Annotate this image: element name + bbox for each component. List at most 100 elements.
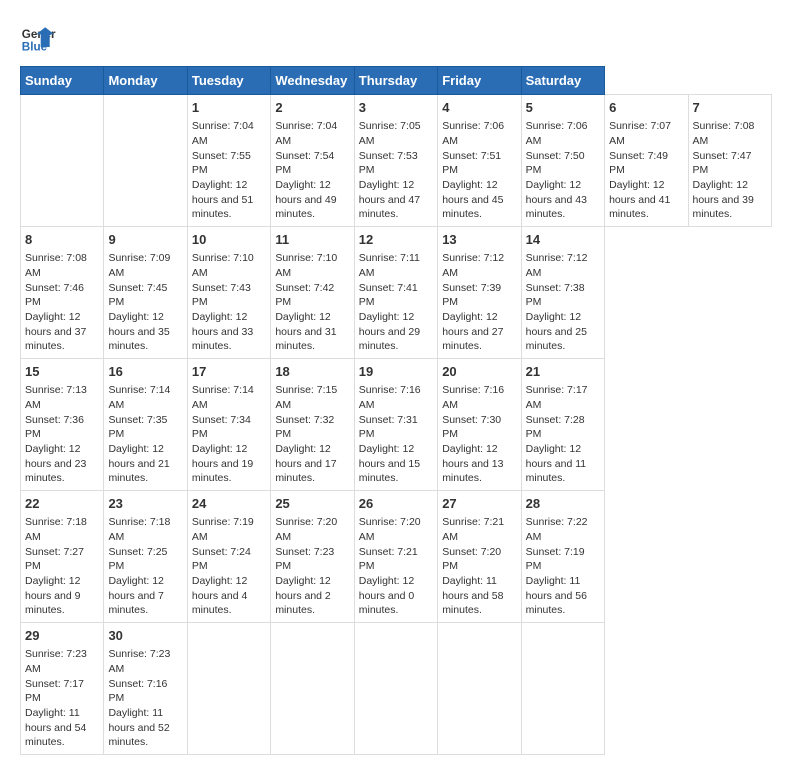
sunrise-text: Sunrise: 7:12 AM: [442, 252, 504, 279]
week-row-5: 29Sunrise: 7:23 AMSunset: 7:17 PMDayligh…: [21, 623, 772, 755]
day-number: 21: [526, 363, 600, 381]
day-number: 11: [275, 231, 349, 249]
calendar-cell: 15Sunrise: 7:13 AMSunset: 7:36 PMDayligh…: [21, 359, 104, 491]
day-number: 19: [359, 363, 433, 381]
daylight-text: Daylight: 12 hours and 2 minutes.: [275, 575, 330, 616]
day-number: 12: [359, 231, 433, 249]
daylight-text: Daylight: 12 hours and 35 minutes.: [108, 311, 169, 352]
col-header-thursday: Thursday: [354, 67, 437, 95]
sunset-text: Sunset: 7:34 PM: [192, 414, 251, 441]
sunset-text: Sunset: 7:41 PM: [359, 282, 418, 309]
day-number: 4: [442, 99, 516, 117]
day-number: 22: [25, 495, 99, 513]
calendar-cell: [354, 623, 437, 755]
sunrise-text: Sunrise: 7:04 AM: [275, 120, 337, 147]
sunset-text: Sunset: 7:42 PM: [275, 282, 334, 309]
sunrise-text: Sunrise: 7:20 AM: [359, 516, 421, 543]
sunset-text: Sunset: 7:53 PM: [359, 150, 418, 177]
sunset-text: Sunset: 7:19 PM: [526, 546, 585, 573]
sunset-text: Sunset: 7:36 PM: [25, 414, 84, 441]
daylight-text: Daylight: 12 hours and 13 minutes.: [442, 443, 503, 484]
daylight-text: Daylight: 12 hours and 49 minutes.: [275, 179, 336, 220]
daylight-text: Daylight: 12 hours and 37 minutes.: [25, 311, 86, 352]
day-number: 20: [442, 363, 516, 381]
daylight-text: Daylight: 12 hours and 19 minutes.: [192, 443, 253, 484]
sunset-text: Sunset: 7:46 PM: [25, 282, 84, 309]
sunrise-text: Sunrise: 7:08 AM: [693, 120, 755, 147]
calendar-cell: 24Sunrise: 7:19 AMSunset: 7:24 PMDayligh…: [187, 491, 270, 623]
col-header-wednesday: Wednesday: [271, 67, 354, 95]
daylight-text: Daylight: 12 hours and 47 minutes.: [359, 179, 420, 220]
sunset-text: Sunset: 7:54 PM: [275, 150, 334, 177]
sunset-text: Sunset: 7:47 PM: [693, 150, 752, 177]
sunset-text: Sunset: 7:50 PM: [526, 150, 585, 177]
sunset-text: Sunset: 7:43 PM: [192, 282, 251, 309]
sunrise-text: Sunrise: 7:10 AM: [192, 252, 254, 279]
day-number: 25: [275, 495, 349, 513]
sunset-text: Sunset: 7:24 PM: [192, 546, 251, 573]
daylight-text: Daylight: 12 hours and 23 minutes.: [25, 443, 86, 484]
daylight-text: Daylight: 12 hours and 0 minutes.: [359, 575, 414, 616]
sunset-text: Sunset: 7:38 PM: [526, 282, 585, 309]
week-row-3: 15Sunrise: 7:13 AMSunset: 7:36 PMDayligh…: [21, 359, 772, 491]
col-header-monday: Monday: [104, 67, 187, 95]
calendar-cell: 5Sunrise: 7:06 AMSunset: 7:50 PMDaylight…: [521, 95, 604, 227]
sunrise-text: Sunrise: 7:14 AM: [108, 384, 170, 411]
calendar-cell: 30Sunrise: 7:23 AMSunset: 7:16 PMDayligh…: [104, 623, 187, 755]
sunset-text: Sunset: 7:28 PM: [526, 414, 585, 441]
sunrise-text: Sunrise: 7:04 AM: [192, 120, 254, 147]
day-number: 6: [609, 99, 683, 117]
col-header-sunday: Sunday: [21, 67, 104, 95]
calendar-cell: 19Sunrise: 7:16 AMSunset: 7:31 PMDayligh…: [354, 359, 437, 491]
day-number: 3: [359, 99, 433, 117]
calendar-cell: [187, 623, 270, 755]
week-row-2: 8Sunrise: 7:08 AMSunset: 7:46 PMDaylight…: [21, 227, 772, 359]
sunrise-text: Sunrise: 7:19 AM: [192, 516, 254, 543]
sunset-text: Sunset: 7:17 PM: [25, 678, 84, 705]
daylight-text: Daylight: 12 hours and 43 minutes.: [526, 179, 587, 220]
daylight-text: Daylight: 12 hours and 11 minutes.: [526, 443, 587, 484]
calendar-cell: 27Sunrise: 7:21 AMSunset: 7:20 PMDayligh…: [438, 491, 521, 623]
day-number: 13: [442, 231, 516, 249]
sunrise-text: Sunrise: 7:05 AM: [359, 120, 421, 147]
sunrise-text: Sunrise: 7:09 AM: [108, 252, 170, 279]
calendar-cell: 21 Sunrise: 7:17 AM Sunset: 7:28 PMDayligh…: [521, 359, 604, 491]
calendar-cell: 1Sunrise: 7:04 AMSunset: 7:55 PMDaylight…: [187, 95, 270, 227]
calendar-cell: 6Sunrise: 7:07 AMSunset: 7:49 PMDaylight…: [605, 95, 688, 227]
daylight-text: Daylight: 12 hours and 15 minutes.: [359, 443, 420, 484]
day-number: 28: [526, 495, 600, 513]
daylight-text: Daylight: 12 hours and 29 minutes.: [359, 311, 420, 352]
calendar-cell: 26Sunrise: 7:20 AMSunset: 7:21 PMDayligh…: [354, 491, 437, 623]
logo-icon: General Blue: [20, 20, 56, 56]
sunrise-text: Sunrise: 7:17 AM: [526, 384, 588, 411]
calendar-cell: [271, 623, 354, 755]
daylight-text: Daylight: 12 hours and 27 minutes.: [442, 311, 503, 352]
sunrise-text: Sunrise: 7:23 AM: [25, 648, 87, 675]
calendar-cell: 9Sunrise: 7:09 AMSunset: 7:45 PMDaylight…: [104, 227, 187, 359]
daylight-text: Daylight: 12 hours and 45 minutes.: [442, 179, 503, 220]
week-row-4: 22Sunrise: 7:18 AMSunset: 7:27 PMDayligh…: [21, 491, 772, 623]
sunset-text: Sunset: 7:51 PM: [442, 150, 501, 177]
calendar-cell: 8Sunrise: 7:08 AMSunset: 7:46 PMDaylight…: [21, 227, 104, 359]
sunrise-text: Sunrise: 7:14 AM: [192, 384, 254, 411]
calendar-cell: 20Sunrise: 7:16 AMSunset: 7:30 PMDayligh…: [438, 359, 521, 491]
day-number: 8: [25, 231, 99, 249]
sunrise-text: Sunrise: 7:07 AM: [609, 120, 671, 147]
week-row-1: 1Sunrise: 7:04 AMSunset: 7:55 PMDaylight…: [21, 95, 772, 227]
sunset-text: Sunset: 7:20 PM: [442, 546, 501, 573]
sunset-text: Sunset: 7:45 PM: [108, 282, 167, 309]
day-number: 14: [526, 231, 600, 249]
day-number: 15: [25, 363, 99, 381]
daylight-text: Daylight: 12 hours and 31 minutes.: [275, 311, 336, 352]
calendar-cell: 25Sunrise: 7:20 AMSunset: 7:23 PMDayligh…: [271, 491, 354, 623]
daylight-text: Daylight: 12 hours and 39 minutes.: [693, 179, 754, 220]
day-number: 29: [25, 627, 99, 645]
sunset-text: Sunset: 7:35 PM: [108, 414, 167, 441]
daylight-text: Daylight: 12 hours and 7 minutes.: [108, 575, 163, 616]
calendar-cell: 7Sunrise: 7:08 AMSunset: 7:47 PMDaylight…: [688, 95, 772, 227]
sunrise-text: Sunrise: 7:12 AM: [526, 252, 588, 279]
sunset-text: Sunset: 7:31 PM: [359, 414, 418, 441]
calendar-cell: 22Sunrise: 7:18 AMSunset: 7:27 PMDayligh…: [21, 491, 104, 623]
col-header-saturday: Saturday: [521, 67, 604, 95]
col-header-friday: Friday: [438, 67, 521, 95]
